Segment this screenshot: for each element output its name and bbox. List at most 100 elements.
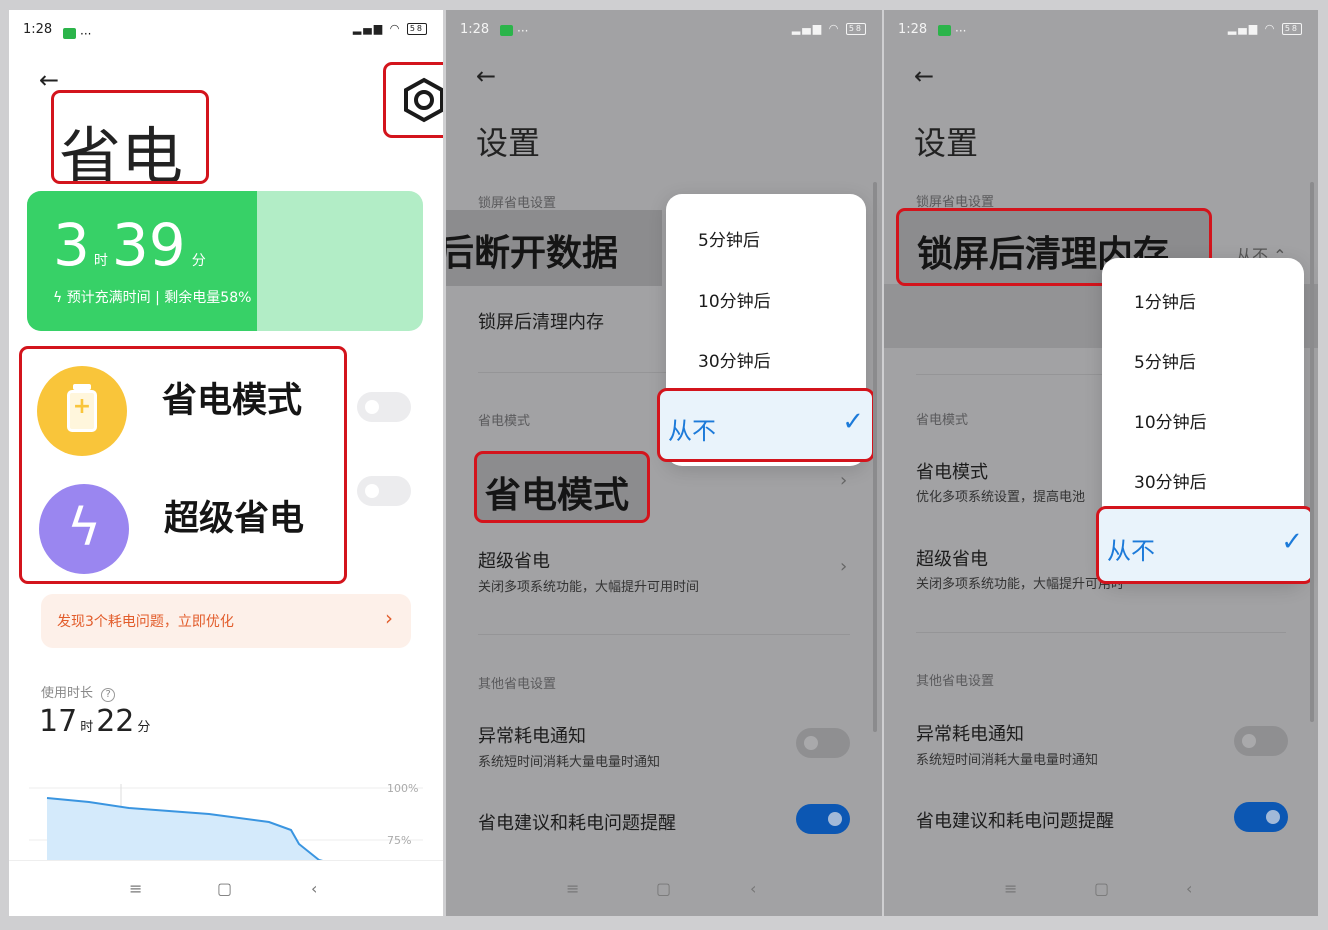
settings-button[interactable]: [383, 62, 443, 138]
battery-usage-chart: 100% 75%: [29, 782, 423, 868]
battery-icon: 58: [406, 23, 427, 35]
panel-settings-data: 1:28 ··· ▂▄▆ ◠ 58 ← 设置 锁屏省电设置 锁屏后断开数据 锁屏…: [446, 10, 882, 916]
battery-icon: 58: [1281, 23, 1302, 35]
super-saving-desc: 关闭多项系统功能，大幅提升可用时: [916, 577, 1125, 592]
power-saving-mode-desc: 优化多项系统设置，提高电池: [916, 490, 1086, 505]
chevron-right-icon: ›: [840, 470, 848, 491]
suggestion-reminder: 省电建议和耗电问题提醒: [916, 811, 1114, 832]
home-nav-icon[interactable]: ▢: [1094, 879, 1109, 898]
nav-bar: ≡ ▢ ‹: [446, 860, 882, 916]
power-saving-mode-toggle[interactable]: [357, 392, 411, 422]
wechat-icon: [938, 25, 951, 36]
home-nav-icon[interactable]: ▢: [656, 879, 671, 898]
battery-card: 3 时39 分 ϟ 预计充满时间 | 剩余电量58%: [27, 191, 423, 331]
option-10min[interactable]: 10分钟后: [1134, 408, 1207, 433]
page-title: 设置: [476, 124, 541, 162]
panel-settings-memory: 1:28 ··· ▂▄▆ ◠ 58 ← 设置 锁屏省电设置 锁屏后清理内存 从不…: [884, 10, 1318, 916]
abnormal-drain-notice: 异常耗电通知: [478, 726, 586, 747]
abnormal-drain-toggle[interactable]: [796, 728, 850, 758]
super-saving-item[interactable]: 超级省电: [478, 547, 550, 573]
section-other: 其他省电设置: [916, 674, 995, 689]
section-other: 其他省电设置: [478, 677, 557, 692]
signal-icon: ▂▄▆: [1227, 22, 1260, 35]
signal-icon: ▂▄▆: [352, 22, 385, 35]
scrollbar[interactable]: [873, 182, 877, 732]
signal-icon: ▂▄▆: [791, 22, 824, 35]
super-saving-desc: 关闭多项系统功能，大幅提升可用时间: [478, 580, 700, 595]
power-saving-mode-item[interactable]: 省电模式: [916, 458, 988, 484]
battery-icon: 58: [845, 23, 866, 35]
option-30min[interactable]: 30分钟后: [698, 347, 771, 372]
status-time: 1:28: [898, 22, 928, 37]
gear-icon: [404, 77, 443, 123]
remaining-time: 3 时39 分: [53, 211, 206, 279]
lock-clear-memory-item[interactable]: 锁屏后清理内存: [478, 308, 604, 334]
status-icons: ▂▄▆ ◠ 58: [353, 22, 427, 35]
back-nav-icon[interactable]: ‹: [311, 879, 317, 898]
scrollbar[interactable]: [1310, 182, 1314, 722]
status-time: 1:28: [23, 22, 53, 37]
wechat-icon: [63, 28, 76, 39]
wifi-icon: ◠: [828, 22, 841, 35]
super-saving-toggle[interactable]: [357, 476, 411, 506]
checkmark-icon: ✓: [842, 407, 864, 437]
back-nav-icon[interactable]: ‹: [1186, 879, 1192, 898]
page-title: 设置: [914, 124, 979, 162]
home-nav-icon[interactable]: ▢: [217, 879, 232, 898]
panel-battery-overview: 1:28 ··· ▂▄▆ ◠ 58 ← 省电 3 时39 分 ϟ 预计充满时间 | …: [9, 10, 443, 916]
status-icons: ▂▄▆ ◠ 58: [1228, 22, 1302, 35]
more-dots: ···: [955, 24, 967, 38]
back-arrow-icon[interactable]: ←: [476, 62, 496, 90]
usage-label: 使用时长: [41, 686, 94, 701]
abnormal-drain-notice: 异常耗电通知: [916, 724, 1024, 745]
option-never-selected[interactable]: 从不 ✓: [657, 388, 875, 462]
menu-nav-icon[interactable]: ≡: [566, 879, 579, 898]
back-nav-icon[interactable]: ‹: [750, 879, 756, 898]
section-power-mode: 省电模式: [916, 413, 969, 428]
option-1min[interactable]: 1分钟后: [1134, 288, 1196, 313]
chart-label-75: 75%: [387, 834, 411, 847]
menu-nav-icon[interactable]: ≡: [129, 879, 142, 898]
option-30min[interactable]: 30分钟后: [1134, 468, 1207, 493]
status-icons: ▂▄▆ ◠ 58: [792, 22, 866, 35]
checkmark-icon: ✓: [1281, 527, 1303, 557]
option-10min[interactable]: 10分钟后: [698, 287, 771, 312]
suggestion-reminder-toggle[interactable]: [796, 804, 850, 834]
wechat-icon: [500, 25, 513, 36]
nav-bar: ≡ ▢ ‹: [9, 860, 443, 916]
chevron-right-icon: ›: [840, 556, 848, 577]
chevron-right-icon: ›: [385, 606, 393, 630]
status-bar: 1:28 ··· ▂▄▆ ◠ 58: [884, 10, 1318, 50]
option-5min[interactable]: 5分钟后: [1134, 348, 1196, 373]
status-bar: 1:28 ··· ▂▄▆ ◠ 58: [9, 10, 443, 50]
charge-info: 预计充满时间 | 剩余电量58%: [66, 290, 252, 306]
option-never-selected[interactable]: 从不 ✓: [1096, 506, 1314, 584]
abnormal-drain-toggle[interactable]: [1234, 726, 1288, 756]
usage-duration: 17 时 22 分: [39, 704, 151, 739]
abnormal-drain-desc: 系统短时间消耗大量电量时通知: [478, 755, 661, 770]
menu-nav-icon[interactable]: ≡: [1004, 879, 1017, 898]
highlight-box-modes: [19, 346, 347, 584]
back-arrow-icon[interactable]: ←: [914, 62, 934, 90]
chart-label-100: 100%: [387, 782, 418, 795]
issue-banner[interactable]: 发现3个耗电问题，立即优化 ›: [41, 594, 411, 648]
super-saving-item[interactable]: 超级省电: [916, 545, 988, 571]
charging-bolt-icon: ϟ: [53, 290, 67, 306]
nav-bar: ≡ ▢ ‹: [884, 860, 1318, 916]
more-dots: ···: [80, 27, 92, 41]
overlay-label-disconnect-data: 锁屏后断开数据: [446, 210, 662, 286]
suggestion-reminder-toggle[interactable]: [1234, 802, 1288, 832]
status-bar: 1:28 ··· ▂▄▆ ◠ 58: [446, 10, 882, 50]
section-lock-screen: 锁屏省电设置: [478, 196, 557, 211]
power-saving-mode-item[interactable]: 省电模式: [474, 451, 650, 523]
highlight-box-title: [51, 90, 209, 184]
option-5min[interactable]: 5分钟后: [698, 226, 760, 251]
help-icon[interactable]: ?: [101, 688, 116, 702]
status-time: 1:28: [460, 22, 490, 37]
wifi-icon: ◠: [389, 22, 402, 35]
wifi-icon: ◠: [1264, 22, 1277, 35]
more-dots: ···: [517, 24, 529, 38]
section-power-mode: 省电模式: [478, 414, 531, 429]
abnormal-drain-desc: 系统短时间消耗大量电量时通知: [916, 753, 1099, 768]
suggestion-reminder: 省电建议和耗电问题提醒: [478, 813, 676, 834]
